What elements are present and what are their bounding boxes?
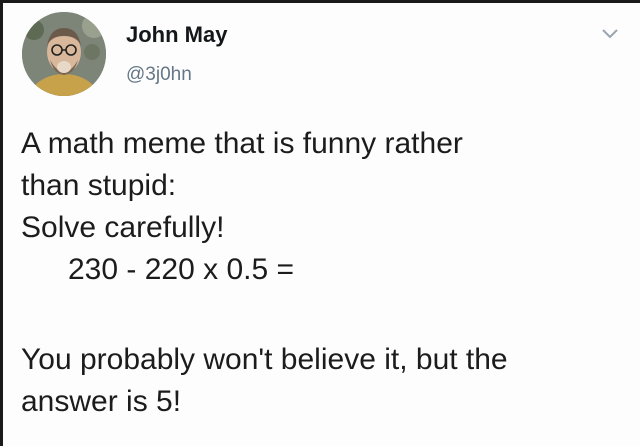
tweet-line: than stupid:	[21, 169, 177, 202]
tweet-line: You probably won't believe it, but the	[21, 343, 508, 376]
tweet-line: A math meme that is funny rather	[21, 127, 463, 160]
tweet-card: John May @3j0hn A math meme that is funn…	[0, 0, 640, 446]
author-handle[interactable]: @3j0hn	[126, 63, 192, 87]
avatar-photo-icon	[22, 12, 106, 96]
tweet-text: A math meme that is funny rather than st…	[21, 123, 621, 423]
chevron-down-icon[interactable]	[599, 25, 621, 43]
line-spacer	[21, 291, 621, 339]
math-equation: 230 - 220 x 0.5 =	[68, 253, 294, 286]
tweet-line: Solve carefully!	[21, 211, 225, 244]
avatar[interactable]	[22, 12, 106, 96]
author-display-name[interactable]: John May	[126, 21, 227, 49]
tweet-line: answer is 5!	[21, 385, 182, 418]
